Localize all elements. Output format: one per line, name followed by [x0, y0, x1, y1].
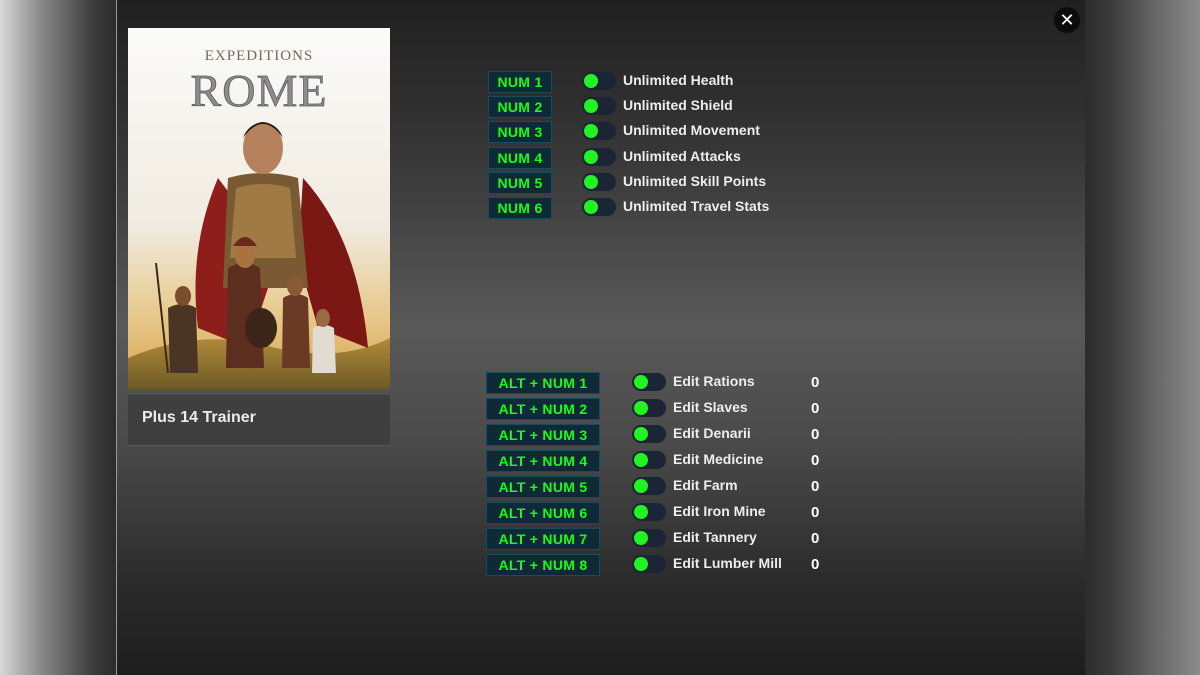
- edit-row: ALT + NUM 5 Edit Farm 0: [486, 476, 826, 498]
- cover-title-top: EXPEDITIONS: [205, 48, 314, 64]
- toggle-switch[interactable]: [632, 529, 666, 547]
- cheat-label: Unlimited Attacks: [623, 147, 741, 164]
- cheat-row: NUM 3 Unlimited Movement: [488, 121, 808, 144]
- edit-value[interactable]: 0: [811, 478, 819, 495]
- hotkey-badge: ALT + NUM 7: [486, 528, 600, 550]
- edit-value[interactable]: 0: [811, 452, 819, 469]
- edit-label: Edit Slaves: [673, 399, 748, 415]
- trainer-label: Plus 14 Trainer: [142, 409, 256, 426]
- toggle-knob: [634, 453, 648, 467]
- cheat-label: Unlimited Travel Stats: [623, 198, 770, 214]
- close-icon: ✕: [1059, 9, 1075, 30]
- cheat-label: Unlimited Shield: [623, 97, 733, 114]
- toggle-knob: [634, 557, 648, 571]
- hotkey-badge: ALT + NUM 2: [486, 398, 600, 420]
- toggle-switch[interactable]: [582, 97, 616, 116]
- edit-row: ALT + NUM 6 Edit Iron Mine 0: [486, 502, 826, 524]
- cheat-label: Unlimited Health: [623, 72, 734, 88]
- edit-label: Edit Farm: [673, 477, 738, 493]
- toggle-knob: [634, 427, 648, 441]
- edit-label: Edit Rations: [673, 373, 755, 389]
- hotkey-badge: ALT + NUM 5: [486, 476, 600, 498]
- edit-row: ALT + NUM 4 Edit Medicine 0: [486, 450, 826, 472]
- hotkey-badge: NUM 5: [488, 171, 552, 194]
- toggle-knob: [584, 174, 598, 189]
- hotkey-badge: ALT + NUM 8: [486, 554, 600, 576]
- hotkey-badge: ALT + NUM 3: [486, 424, 600, 446]
- toggle-knob: [634, 401, 648, 415]
- cheat-row: NUM 2 Unlimited Shield: [488, 96, 808, 119]
- toggle-switch[interactable]: [632, 451, 666, 469]
- toggle-knob: [634, 531, 648, 545]
- edit-row: ALT + NUM 1 Edit Rations 0: [486, 372, 826, 394]
- cheat-label: Unlimited Skill Points: [623, 172, 767, 189]
- toggle-knob: [584, 99, 598, 114]
- edit-row: ALT + NUM 8 Edit Lumber Mill 0: [486, 554, 826, 576]
- trainer-title-bar: Plus 14 Trainer: [128, 395, 390, 446]
- hotkey-badge: NUM 1: [488, 71, 552, 93]
- toggle-knob: [584, 124, 598, 139]
- toggle-switch[interactable]: [582, 72, 616, 90]
- edit-value[interactable]: 0: [811, 504, 819, 521]
- cheat-row: NUM 4 Unlimited Attacks: [488, 146, 808, 169]
- edit-value[interactable]: 0: [811, 556, 819, 573]
- toggle-knob: [584, 74, 598, 88]
- cheat-row: NUM 1 Unlimited Health: [488, 71, 808, 93]
- edit-row: ALT + NUM 3 Edit Denarii 0: [486, 424, 826, 446]
- toggle-knob: [634, 479, 648, 493]
- edit-label: Edit Iron Mine: [673, 503, 766, 519]
- edit-label: Edit Tannery: [673, 529, 757, 545]
- toggle-switch[interactable]: [632, 555, 666, 573]
- hotkey-badge: ALT + NUM 4: [486, 450, 600, 472]
- close-button[interactable]: ✕: [1054, 7, 1080, 33]
- toggle-switch[interactable]: [632, 503, 666, 521]
- cheat-label: Unlimited Movement: [623, 122, 760, 139]
- hotkey-badge: NUM 6: [488, 197, 552, 219]
- edit-row: ALT + NUM 7 Edit Tannery 0: [486, 528, 826, 550]
- toggle-switch[interactable]: [582, 147, 616, 166]
- edit-label: Edit Denarii: [673, 425, 751, 441]
- edit-row: ALT + NUM 2 Edit Slaves 0: [486, 398, 826, 420]
- toggle-switch[interactable]: [632, 373, 666, 391]
- toggle-knob: [584, 200, 598, 214]
- edit-value[interactable]: 0: [811, 426, 819, 443]
- hotkey-badge: ALT + NUM 6: [486, 502, 600, 524]
- cheat-row: NUM 6 Unlimited Travel Stats: [488, 197, 808, 219]
- trainer-window: ✕ EXPEDITIONS ROME Plus 14 Trainer NUM 1…: [116, 0, 1085, 675]
- edit-value[interactable]: 0: [811, 530, 819, 547]
- toggle-switch[interactable]: [582, 172, 616, 191]
- edit-value[interactable]: 0: [811, 374, 819, 391]
- toggle-knob: [634, 505, 648, 519]
- hotkey-badge: ALT + NUM 1: [486, 372, 600, 394]
- toggle-knob: [634, 375, 648, 389]
- toggle-switch[interactable]: [632, 477, 666, 495]
- toggle-switch[interactable]: [582, 198, 616, 216]
- cover-title-main: ROME: [191, 65, 328, 116]
- toggle-switch[interactable]: [632, 399, 666, 417]
- game-cover-image: EXPEDITIONS ROME: [128, 28, 390, 389]
- hotkey-badge: NUM 2: [488, 96, 552, 119]
- toggle-knob: [584, 149, 598, 164]
- edit-label: Edit Lumber Mill: [673, 555, 782, 571]
- edit-label: Edit Medicine: [673, 451, 764, 467]
- hotkey-badge: NUM 3: [488, 121, 552, 144]
- hotkey-badge: NUM 4: [488, 146, 552, 169]
- edit-value[interactable]: 0: [811, 400, 819, 417]
- toggle-switch[interactable]: [582, 122, 616, 141]
- toggle-switch[interactable]: [632, 425, 666, 443]
- cheat-row: NUM 5 Unlimited Skill Points: [488, 171, 808, 194]
